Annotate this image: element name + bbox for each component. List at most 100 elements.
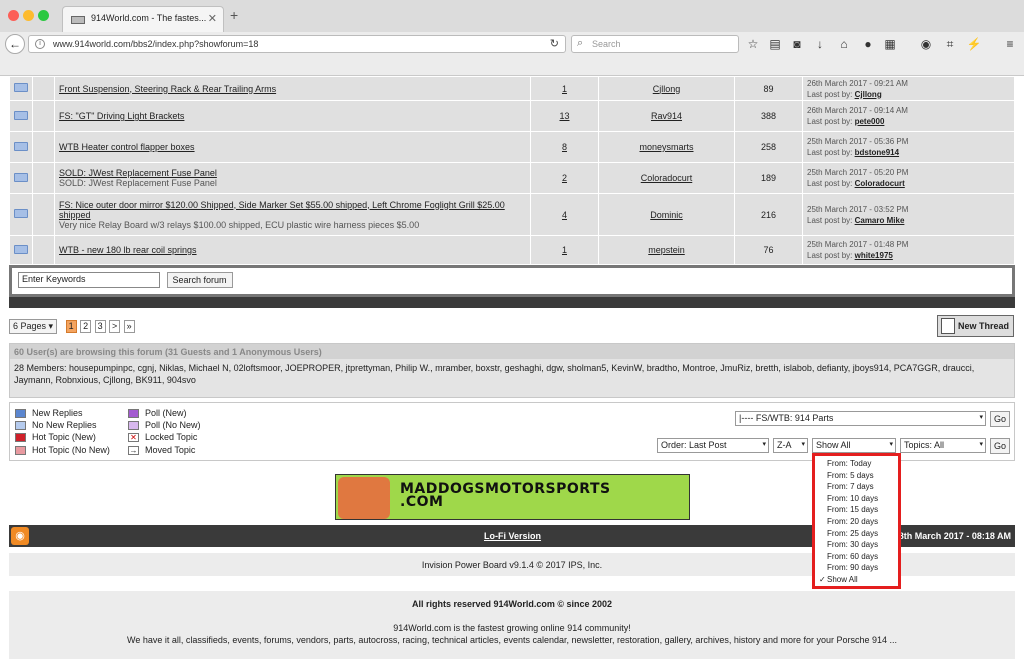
- legend-hot-new: Hot Topic (New): [15, 432, 96, 443]
- pocket-icon[interactable]: ◙: [789, 36, 805, 52]
- last-post-user[interactable]: pete000: [855, 117, 885, 126]
- dropdown-option[interactable]: From: 90 days: [827, 562, 898, 574]
- show-select[interactable]: Show All ▾: [812, 438, 896, 453]
- browser-search-input[interactable]: ⌕ Search: [571, 35, 739, 53]
- table-row: FS: Nice outer door mirror $120.00 Shipp…: [9, 193, 1015, 236]
- folder-icon: [14, 172, 28, 182]
- banner-text: MADDOGSMOTORSPORTS .COM: [400, 481, 611, 510]
- topic-author[interactable]: Cjllong: [653, 84, 681, 94]
- dropdown-option[interactable]: From: 20 days: [827, 516, 898, 528]
- search-forum-button[interactable]: Search forum: [166, 272, 233, 288]
- color-extension-icon[interactable]: ●: [860, 36, 876, 52]
- topics-select[interactable]: Topics: All ▾: [900, 438, 986, 453]
- folder-icon: [14, 244, 28, 254]
- topic-subtitle: Very nice Relay Board w/3 relays $100.00…: [59, 219, 420, 230]
- order-select[interactable]: Order: Last Post ▾: [657, 438, 769, 453]
- browser-chrome: 914World.com - The fastes... ✕ + ← i www…: [0, 0, 1024, 76]
- topic-title[interactable]: SOLD: JWest Replacement Fuse Panel: [59, 168, 526, 178]
- lofi-link[interactable]: Lo-Fi Version: [484, 531, 541, 541]
- topic-replies[interactable]: 13: [559, 111, 569, 121]
- topic-replies[interactable]: 1: [562, 245, 567, 255]
- dropdown-option[interactable]: From: 25 days: [827, 528, 898, 540]
- legend-locked: ✕ Locked Topic: [128, 432, 197, 443]
- last-post-date: 25th March 2017 - 05:36 PM: [807, 137, 909, 146]
- filter-go-button[interactable]: Go: [990, 438, 1010, 454]
- table-row: WTB - new 180 lb rear coil springs 1 mep…: [9, 235, 1015, 265]
- last-post-user[interactable]: Coloradocurt: [855, 179, 905, 188]
- clipboard-icon[interactable]: ▦: [882, 36, 898, 52]
- last-post-user[interactable]: white1975: [855, 251, 893, 260]
- maximize-window-dot[interactable]: [38, 10, 49, 21]
- topic-title[interactable]: WTB - new 180 lb rear coil springs: [59, 245, 197, 255]
- topic-views: 76: [734, 235, 803, 265]
- topic-replies[interactable]: 1: [562, 84, 567, 94]
- dropdown-option-selected[interactable]: ✓ Show All: [819, 574, 898, 586]
- topic-title[interactable]: FS: "GT" Driving Light Brackets: [59, 111, 184, 121]
- close-window-dot[interactable]: [8, 10, 19, 21]
- keywords-input[interactable]: Enter Keywords: [18, 272, 160, 288]
- document-icon: [941, 318, 955, 334]
- topic-title[interactable]: Front Suspension, Steering Rack & Rear T…: [59, 84, 276, 94]
- show-dropdown-menu: From: Today From: 5 days From: 7 days Fr…: [812, 453, 901, 589]
- dropdown-option[interactable]: From: 7 days: [827, 481, 898, 493]
- extension-icon[interactable]: ⚡: [966, 36, 982, 52]
- topic-author[interactable]: Dominic: [650, 210, 683, 220]
- topic-replies[interactable]: 8: [562, 142, 567, 152]
- info-icon[interactable]: i: [35, 39, 45, 49]
- close-tab-icon[interactable]: ✕: [208, 12, 217, 25]
- reload-icon[interactable]: ↻: [550, 37, 559, 50]
- dropdown-option[interactable]: From: 30 days: [827, 539, 898, 551]
- hot-folder-icon: [15, 433, 26, 443]
- browser-tab[interactable]: 914World.com - The fastes... ✕: [62, 6, 224, 32]
- last-post-user[interactable]: Camaro Mike: [855, 216, 905, 225]
- pages-dropdown[interactable]: 6 Pages ▾: [9, 319, 58, 334]
- dropdown-option[interactable]: From: 60 days: [827, 551, 898, 563]
- new-tab-icon[interactable]: +: [230, 7, 238, 23]
- topic-author[interactable]: mepstein: [648, 245, 685, 255]
- search-placeholder: Search: [592, 39, 621, 49]
- bookmark-star-icon[interactable]: ☆: [745, 36, 761, 52]
- last-page-link[interactable]: »: [123, 320, 135, 333]
- back-button[interactable]: ←: [5, 34, 25, 54]
- menu-icon[interactable]: ≡: [1002, 36, 1018, 52]
- topic-author[interactable]: moneysmarts: [639, 142, 693, 152]
- last-post-user[interactable]: bdstone914: [855, 148, 899, 157]
- reading-list-icon[interactable]: ▤: [767, 36, 783, 52]
- camera-icon[interactable]: ◉: [918, 36, 934, 52]
- rss-icon[interactable]: ◉: [11, 527, 29, 545]
- members-list: 28 Members: housepumpinpc, cgnj, Niklas,…: [14, 363, 975, 385]
- dropdown-option[interactable]: From: 5 days: [827, 470, 898, 482]
- divider-bar: [9, 297, 1015, 308]
- last-post-user[interactable]: Cjllong: [855, 90, 882, 99]
- topic-replies[interactable]: 4: [562, 210, 567, 220]
- page-link[interactable]: 3: [94, 320, 106, 333]
- direction-select[interactable]: Z-A ▾: [773, 438, 808, 453]
- page-link[interactable]: 2: [80, 320, 92, 333]
- next-page-link[interactable]: >: [109, 320, 121, 333]
- topic-author[interactable]: Rav914: [651, 111, 682, 121]
- forum-jump-go-button[interactable]: Go: [990, 411, 1010, 427]
- home-icon[interactable]: ⌂: [836, 36, 852, 52]
- url-bar[interactable]: i www.914world.com/bbs2/index.php?showfo…: [28, 35, 566, 53]
- topic-title[interactable]: WTB Heater control flapper boxes: [59, 142, 195, 152]
- topic-views: 189: [734, 162, 803, 194]
- folder-icon: [14, 141, 28, 151]
- about-text: We have it all, classifieds, events, for…: [126, 635, 898, 645]
- topic-replies[interactable]: 2: [562, 173, 567, 183]
- crop-icon[interactable]: ⌗: [942, 36, 958, 52]
- topic-author[interactable]: Coloradocurt: [641, 173, 693, 183]
- last-post-date: 25th March 2017 - 03:52 PM: [807, 204, 909, 214]
- topic-title[interactable]: FS: Nice outer door mirror $120.00 Shipp…: [59, 200, 526, 220]
- download-icon[interactable]: ↓: [812, 36, 828, 52]
- last-post-date: 26th March 2017 - 09:21 AM: [807, 78, 908, 88]
- forum-jump-select[interactable]: |---- FS/WTB: 914 Parts ▾: [735, 411, 986, 426]
- dropdown-option[interactable]: From: 10 days: [827, 493, 898, 505]
- minimize-window-dot[interactable]: [23, 10, 34, 21]
- dropdown-option[interactable]: From: 15 days: [827, 504, 898, 516]
- table-row: WTB Heater control flapper boxes 8 money…: [9, 131, 1015, 163]
- page-link-current[interactable]: 1: [65, 320, 77, 333]
- new-thread-button[interactable]: New Thread: [937, 315, 1014, 337]
- sponsor-banner[interactable]: MADDOGSMOTORSPORTS .COM: [335, 474, 690, 520]
- dropdown-option[interactable]: From: Today: [827, 458, 898, 470]
- chevron-down-icon: ▾: [889, 441, 893, 448]
